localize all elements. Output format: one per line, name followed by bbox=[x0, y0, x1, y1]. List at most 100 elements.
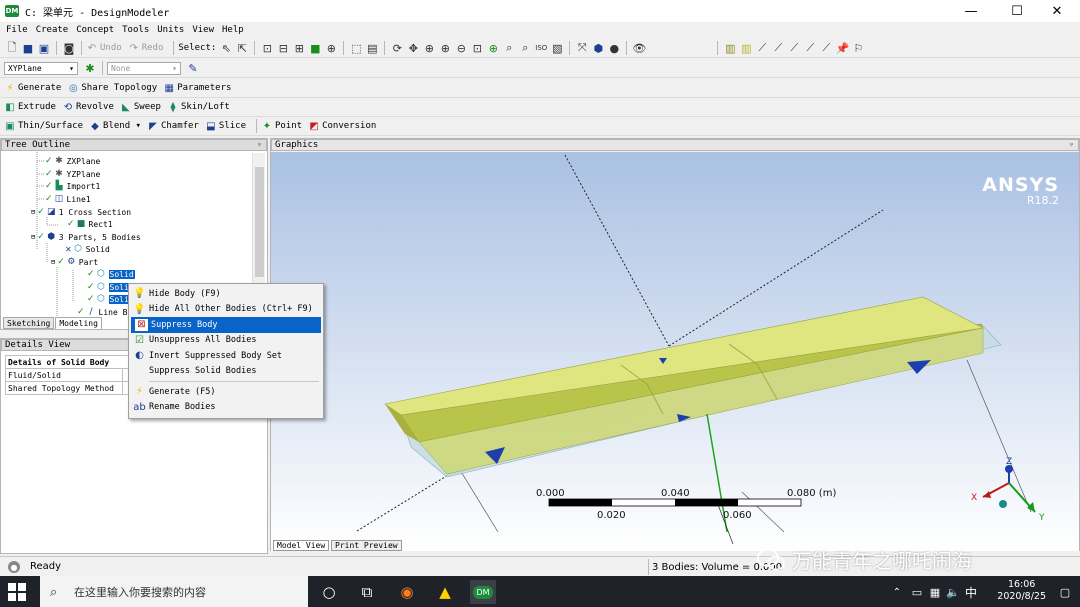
redo-button[interactable]: ↷ Redo bbox=[128, 42, 163, 54]
model-view-svg[interactable]: 0.000 0.040 0.080 (m) 0.020 0.060 X Y Z bbox=[271, 152, 1079, 551]
display-plane-icon[interactable]: ▧ bbox=[550, 41, 564, 55]
collapse-icon[interactable]: ⊟ bbox=[31, 208, 35, 216]
share-topology-button[interactable]: ◎ Share Topology bbox=[67, 82, 157, 94]
beam-front-face[interactable] bbox=[400, 323, 984, 443]
select-points-icon[interactable]: ⊡ bbox=[260, 41, 274, 55]
plane-select[interactable]: XYPlane ▾ bbox=[4, 61, 78, 75]
edge-joints-icon[interactable]: ▥ bbox=[739, 41, 753, 55]
save-as-icon[interactable]: ▣ bbox=[37, 41, 51, 55]
taskbar-search[interactable]: ⌕ 在这里输入你要搜索的内容 bbox=[40, 576, 308, 607]
menu-item-invert-suppressed[interactable]: ◐ Invert Suppressed Body Set bbox=[129, 348, 323, 364]
pin-icon[interactable]: ᵠ bbox=[1070, 140, 1073, 151]
thin-surface-button[interactable]: ▣ Thin/Surface bbox=[4, 120, 83, 132]
tree-item-line1[interactable]: ✓ ◫ Line1 bbox=[45, 193, 91, 205]
tab-modeling[interactable]: Modeling bbox=[55, 317, 102, 329]
magnifier-icon[interactable]: ⌕ bbox=[502, 41, 516, 55]
slice-button[interactable]: ⬓ Slice bbox=[205, 120, 246, 132]
line-style-2-icon[interactable]: ⟋ bbox=[771, 41, 785, 55]
ansys-workbench-icon[interactable]: ▲ bbox=[432, 580, 458, 604]
axis-triad[interactable] bbox=[982, 465, 1036, 513]
designmodeler-taskbar-icon[interactable]: DM bbox=[470, 580, 496, 604]
tree-item-yzplane[interactable]: ✓ ✱ YZPlane bbox=[45, 168, 100, 180]
extend-selection-icon[interactable]: ⊕ bbox=[324, 41, 338, 55]
select-edges-icon[interactable]: ⊟ bbox=[276, 41, 290, 55]
tree-item-part[interactable]: ⊟ ✓ ⚙ Part bbox=[51, 256, 98, 268]
edge-color-icon[interactable]: ▥ bbox=[723, 41, 737, 55]
zoom-box-icon[interactable]: ⊡ bbox=[470, 41, 484, 55]
task-view-icon[interactable]: ⧉ bbox=[354, 580, 380, 604]
line-style-icon[interactable]: ⟋ bbox=[755, 41, 769, 55]
pin-icon[interactable]: ᵠ bbox=[258, 140, 261, 151]
notification-icon[interactable]: ▢ bbox=[1052, 580, 1078, 604]
tab-sketching[interactable]: Sketching bbox=[3, 317, 55, 329]
menu-item-unsuppress-all[interactable]: ☑ Unsuppress All Bodies bbox=[129, 333, 323, 349]
close-button[interactable]: ✕ bbox=[1034, 0, 1080, 22]
menu-item-rename-bodies[interactable]: ab Rename Bodies bbox=[129, 400, 323, 416]
graphics-viewport[interactable]: 0.000 0.040 0.080 (m) 0.020 0.060 X Y Z … bbox=[271, 152, 1079, 551]
ime-indicator[interactable]: 中 bbox=[958, 580, 984, 604]
minimize-button[interactable]: — bbox=[948, 0, 994, 22]
select-faces-icon[interactable]: ⊞ bbox=[292, 41, 306, 55]
chamfer-button[interactable]: ◤ Chamfer bbox=[147, 120, 199, 132]
menu-view[interactable]: View bbox=[192, 25, 214, 35]
cortana-icon[interactable]: ○ bbox=[316, 580, 342, 604]
menu-tools[interactable]: Tools bbox=[122, 25, 149, 35]
camera-icon[interactable]: ◙ bbox=[62, 41, 76, 55]
extrude-button[interactable]: ◧ Extrude bbox=[4, 101, 56, 113]
conversion-button[interactable]: ◩ Conversion bbox=[308, 120, 376, 132]
blend-button[interactable]: ◆ Blend ▾ bbox=[89, 120, 141, 132]
tree-item-import1[interactable]: ✓ ▙ Import1 bbox=[45, 180, 100, 192]
tree-item-rect1[interactable]: ✓ ■ Rect1 bbox=[67, 218, 113, 230]
zoom-fit-icon[interactable]: ⊕ bbox=[486, 41, 500, 55]
pan-icon[interactable]: ✥ bbox=[406, 41, 420, 55]
zoom-out-icon[interactable]: ⊖ bbox=[454, 41, 468, 55]
zoom-in-icon[interactable]: ⊕ bbox=[438, 41, 452, 55]
new-plane-icon[interactable]: ✱ bbox=[83, 61, 97, 75]
pin-icon[interactable]: 📌 bbox=[835, 41, 849, 55]
new-icon[interactable]: 🗋 bbox=[5, 41, 19, 55]
select-cursor-icon[interactable]: ⇖ bbox=[219, 41, 233, 55]
tree-item-solid-1[interactable]: ✓ ⬡ Solid bbox=[87, 268, 135, 280]
menu-item-hide-body[interactable]: 💡 Hide Body (F9) bbox=[129, 286, 323, 302]
display-model-icon[interactable]: ⬢ bbox=[591, 41, 605, 55]
new-sketch-icon[interactable]: ✎ bbox=[186, 61, 200, 75]
windows-start-icon[interactable] bbox=[8, 583, 26, 601]
scrollbar-thumb[interactable] bbox=[255, 167, 264, 277]
flag-icon[interactable]: ⚐ bbox=[851, 41, 865, 55]
undo-button[interactable]: ↶ Undo bbox=[86, 42, 122, 54]
menu-item-suppress-solid-bodies[interactable]: Suppress Solid Bodies bbox=[129, 364, 323, 380]
menu-item-hide-all-other-bodies[interactable]: 💡 Hide All Other Bodies (Ctrl+ F9) bbox=[129, 302, 323, 318]
tree-item-zxplane[interactable]: ✓ ✱ ZXPlane bbox=[45, 155, 100, 167]
sweep-button[interactable]: ◣ Sweep bbox=[120, 101, 161, 113]
line-style-3-icon[interactable]: ⟋ bbox=[787, 41, 801, 55]
menu-concept[interactable]: Concept bbox=[76, 25, 114, 35]
display-points-icon[interactable]: ● bbox=[607, 41, 621, 55]
menu-create[interactable]: Create bbox=[36, 25, 69, 35]
tree-item-solid[interactable]: ✕ ⬡ Solid bbox=[65, 243, 110, 255]
generate-button[interactable]: ⚡ Generate bbox=[4, 82, 61, 94]
sketch-select[interactable]: None ▾ bbox=[107, 61, 181, 75]
select-bodies-icon[interactable]: ■ bbox=[308, 41, 322, 55]
zoom-icon[interactable]: ⊕ bbox=[422, 41, 436, 55]
magnifier-window-icon[interactable]: ⌕ bbox=[518, 41, 532, 55]
line-style-4-icon[interactable]: ⟋ bbox=[803, 41, 817, 55]
collapse-icon[interactable]: ⊟ bbox=[51, 258, 55, 266]
triad-icon[interactable]: ⤧ bbox=[575, 41, 589, 55]
skin-loft-button[interactable]: ⧫ Skin/Loft bbox=[167, 101, 229, 113]
tree-item-parts[interactable]: ⊟ ✓ ⬢ 3 Parts, 5 Bodies bbox=[31, 231, 141, 243]
menu-item-suppress-body[interactable]: ⊠ Suppress Body bbox=[131, 317, 321, 333]
rotate-icon[interactable]: ⟳ bbox=[390, 41, 404, 55]
point-button[interactable]: ✦ Point bbox=[261, 120, 302, 132]
menu-item-generate[interactable]: ⚡ Generate (F5) bbox=[129, 384, 323, 400]
firefox-icon[interactable]: ◉ bbox=[394, 580, 420, 604]
tab-print-preview[interactable]: Print Preview bbox=[331, 540, 402, 551]
box-select-icon[interactable]: ⬚ bbox=[349, 41, 363, 55]
collapse-icon[interactable]: ⊟ bbox=[31, 233, 35, 241]
parameters-button[interactable]: ▦ Parameters bbox=[163, 82, 231, 94]
select-mode-icon[interactable]: ⇱ bbox=[235, 41, 249, 55]
look-at-icon[interactable]: 👁 bbox=[632, 41, 646, 55]
paint-select-icon[interactable]: ▤ bbox=[365, 41, 379, 55]
tree-item-cross-section[interactable]: ⊟ ✓ ◪ 1 Cross Section bbox=[31, 206, 131, 218]
menu-file[interactable]: File bbox=[6, 25, 28, 35]
tab-model-view[interactable]: Model View bbox=[273, 540, 330, 551]
